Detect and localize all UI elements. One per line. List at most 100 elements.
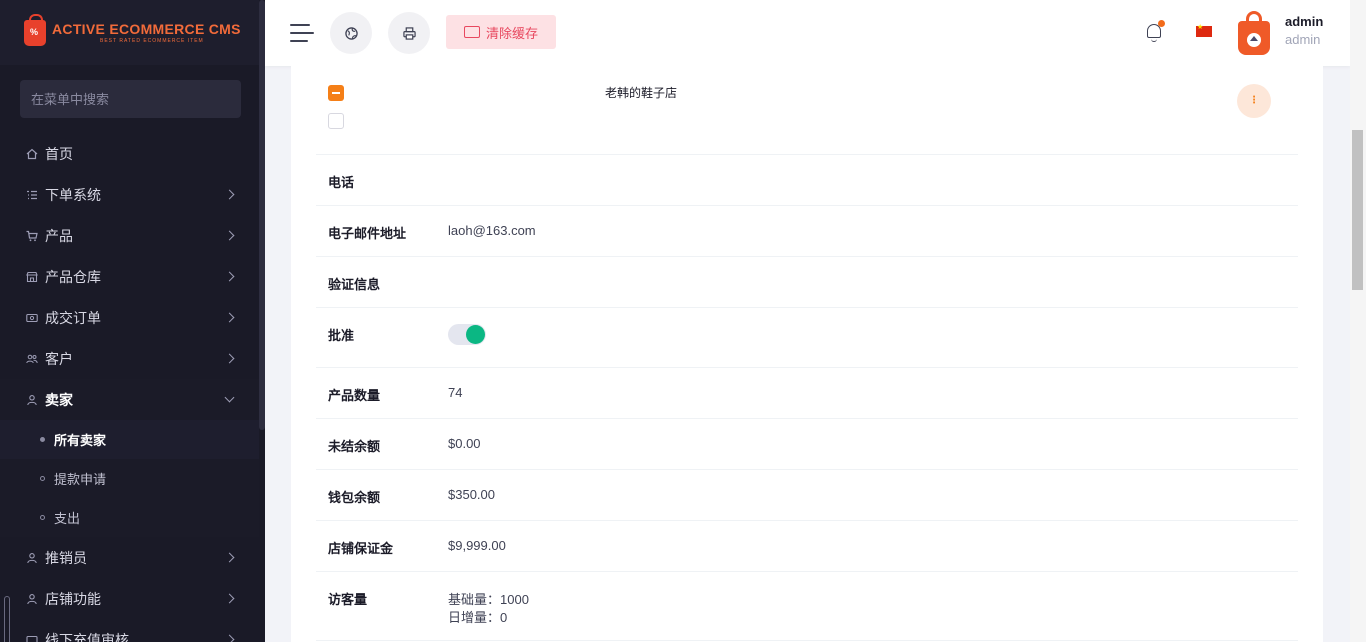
shop-checkbox-unchecked[interactable]	[328, 113, 344, 129]
avatar[interactable]	[1238, 11, 1270, 55]
sidebar-item-label: 产品仓库	[45, 268, 101, 285]
sidebar: ACTIVE ECOMMERCE CMS BEST RATED ECOMMERC…	[0, 0, 265, 642]
user-info[interactable]: admin admin	[1285, 14, 1323, 47]
chevron-right-icon	[224, 353, 235, 364]
user-icon	[25, 592, 39, 606]
printer-icon	[402, 26, 416, 40]
visitors-base: 基础量：1000	[448, 592, 529, 607]
sidebar-item-warehouse[interactable]: 产品仓库	[0, 256, 259, 297]
sidebar-item-ordering[interactable]: 下单系统	[0, 174, 259, 215]
detail-row-deposit: 店铺保证金 $9,999.00	[316, 521, 1298, 572]
sidebar-subitem-label: 所有卖家	[54, 433, 107, 448]
detail-value: $350.00	[448, 487, 495, 502]
sidebar-item-orders[interactable]: 成交订单	[0, 297, 259, 338]
sidebar-item-label: 线下充值审核	[45, 631, 129, 642]
chevron-right-icon	[224, 312, 235, 323]
page-scrollbar-thumb[interactable]	[1352, 130, 1363, 290]
sidebar-subitem-withdraw-requests[interactable]: 提款申请	[0, 459, 259, 498]
visitors-daily: 日增量：0	[448, 610, 508, 625]
shop-checkbox-checked[interactable]	[328, 85, 344, 101]
sidebar-subitem-label: 支出	[54, 511, 81, 526]
china-flag-icon[interactable]	[1196, 23, 1212, 37]
brand-subtitle: BEST RATED ECOMMERCE ITEM	[100, 38, 204, 44]
notification-bell-icon[interactable]	[1145, 20, 1165, 42]
shopping-bag-logo-icon	[24, 13, 46, 46]
sidebar-item-label: 推销员	[45, 549, 87, 566]
sidebar-item-home[interactable]: 首页	[0, 133, 259, 174]
sidebar-subitem-all-sellers[interactable]: 所有卖家	[0, 420, 259, 459]
sidebar-item-label: 客户	[45, 350, 73, 367]
chevron-right-icon	[224, 593, 235, 604]
detail-label: 店铺保证金	[328, 541, 394, 556]
sidebar-item-label: 卖家	[45, 391, 73, 408]
notification-dot	[1158, 20, 1165, 27]
detail-row-approval: 批准	[316, 308, 1298, 368]
more-options-icon[interactable]: ⋮	[1237, 84, 1271, 118]
detail-label: 钱包余额	[328, 490, 381, 505]
cart-icon	[25, 229, 39, 243]
user-role: admin	[1285, 32, 1321, 47]
approval-toggle[interactable]	[448, 324, 486, 345]
user-name: admin	[1285, 14, 1324, 29]
user-icon	[25, 551, 39, 565]
clear-cache-button[interactable]: 清除缓存	[446, 15, 556, 49]
users-icon	[25, 352, 39, 366]
detail-label: 电子邮件地址	[328, 226, 407, 241]
sidebar-item-label: 下单系统	[45, 186, 101, 203]
sidebar-item-label: 首页	[45, 145, 73, 162]
chevron-right-icon	[224, 230, 235, 241]
detail-value: laoh@163.com	[448, 223, 536, 238]
chevron-right-icon	[224, 271, 235, 282]
list-icon	[25, 188, 39, 202]
sidebar-item-products[interactable]: 产品	[0, 215, 259, 256]
detail-row-verification: 验证信息	[316, 257, 1298, 308]
detail-row-wallet-balance: 钱包余额 $350.00	[316, 470, 1298, 521]
sidebar-menu: 首页 下单系统 产品 产品仓库 成交订单 客户 卖家 所有卖家 提款申请 支出 …	[0, 133, 259, 642]
detail-value: 74	[448, 385, 463, 400]
user-icon	[25, 393, 39, 407]
globe-icon	[344, 26, 358, 40]
home-icon	[1247, 33, 1261, 47]
sidebar-subitem-label: 提款申请	[54, 472, 107, 487]
detail-row-product-count: 产品数量 74	[316, 368, 1298, 419]
seller-detail-card: 老韩的鞋子店 ⋮ 电话 电子邮件地址 laoh@163.com 验证信息 批准 …	[291, 66, 1323, 642]
bullet-icon	[40, 515, 45, 520]
detail-row-email: 电子邮件地址 laoh@163.com	[316, 206, 1298, 257]
sidebar-item-sellers[interactable]: 卖家	[0, 379, 259, 420]
sidebar-subitem-payouts[interactable]: 支出	[0, 498, 259, 537]
sidebar-item-shop-features[interactable]: 店铺功能	[0, 578, 259, 619]
detail-label: 访客量	[328, 592, 368, 607]
drive-icon	[463, 26, 480, 38]
shop-row: 老韩的鞋子店 ⋮	[316, 66, 1298, 155]
sidebar-resize-handle[interactable]	[4, 596, 10, 642]
detail-row-due-balance: 未结余额 $0.00	[316, 419, 1298, 470]
detail-label: 验证信息	[328, 277, 381, 292]
detail-label: 电话	[328, 175, 355, 190]
detail-value: $0.00	[448, 436, 481, 451]
detail-row-phone: 电话	[316, 155, 1298, 206]
shop-name: 老韩的鞋子店	[605, 86, 678, 100]
chevron-right-icon	[224, 552, 235, 563]
sidebar-item-label: 店铺功能	[45, 590, 101, 607]
chevron-right-icon	[224, 634, 235, 642]
clear-cache-label: 清除缓存	[485, 25, 538, 41]
home-icon	[25, 147, 39, 161]
store-icon	[25, 270, 39, 284]
menu-search-input[interactable]	[20, 80, 241, 118]
menu-toggle-icon[interactable]	[290, 24, 314, 42]
top-header: 清除缓存 admin admin	[265, 0, 1350, 66]
sidebar-item-customers[interactable]: 客户	[0, 338, 259, 379]
detail-label: 批准	[328, 328, 355, 343]
chevron-down-icon	[224, 392, 235, 403]
chevron-right-icon	[224, 189, 235, 200]
brand[interactable]: ACTIVE ECOMMERCE CMS BEST RATED ECOMMERC…	[0, 0, 259, 65]
bullet-icon	[40, 437, 45, 442]
sidebar-item-offline-recharge[interactable]: 线下充值审核	[0, 619, 259, 642]
wallet-icon	[25, 633, 39, 642]
page-scrollbar[interactable]	[1350, 0, 1366, 642]
brand-title: ACTIVE ECOMMERCE CMS	[52, 21, 241, 37]
print-button[interactable]	[388, 12, 430, 54]
sidebar-item-label: 产品	[45, 227, 73, 244]
sidebar-item-salesmen[interactable]: 推销员	[0, 537, 259, 578]
globe-button[interactable]	[330, 12, 372, 54]
